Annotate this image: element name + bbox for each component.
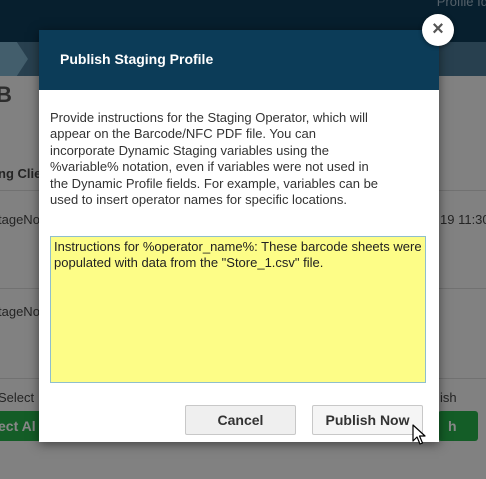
close-icon[interactable]: × xyxy=(422,14,454,46)
publish-now-button[interactable]: Publish Now xyxy=(312,405,423,435)
cancel-button[interactable]: Cancel xyxy=(185,405,296,435)
operator-instructions-input[interactable]: Instructions for %operator_name%: These … xyxy=(50,236,426,383)
dialog-header: Publish Staging Profile xyxy=(39,30,439,90)
dialog-description: Provide instructions for the Staging Ope… xyxy=(50,110,379,208)
dialog-title: Publish Staging Profile xyxy=(60,51,214,67)
publish-staging-profile-dialog: Publish Staging Profile Provide instruct… xyxy=(39,30,439,442)
mouse-pointer-icon xyxy=(412,424,426,445)
